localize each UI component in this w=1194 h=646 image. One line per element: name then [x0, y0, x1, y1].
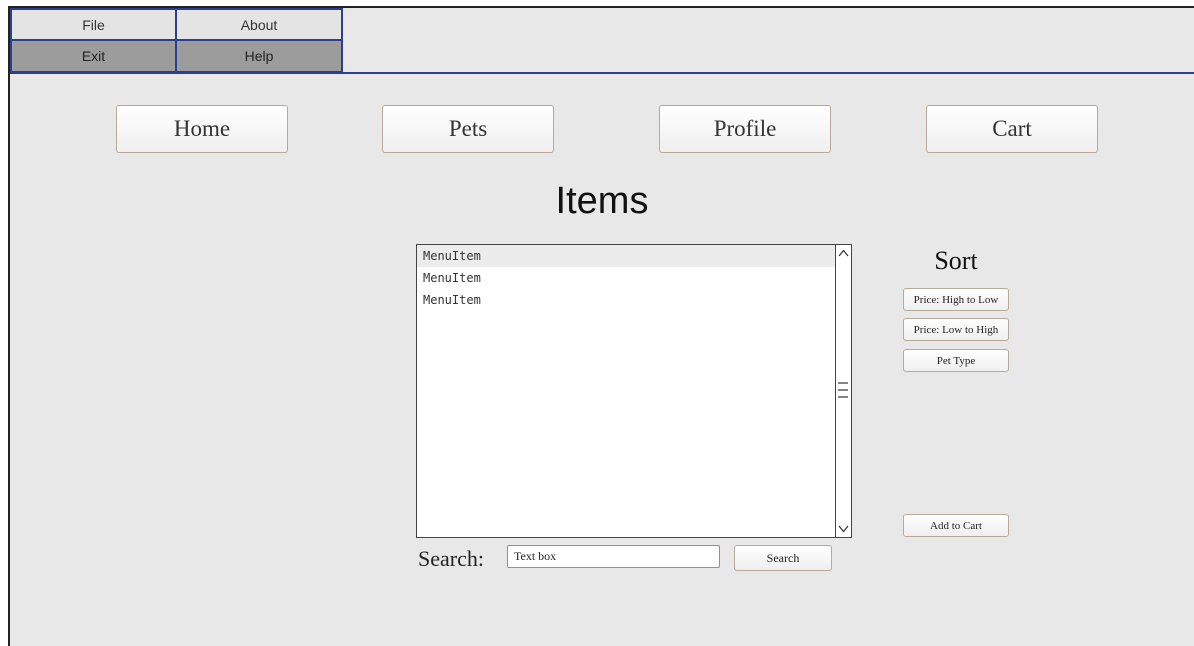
- chevron-up-icon[interactable]: [836, 245, 851, 261]
- menu-exit[interactable]: Exit: [10, 39, 177, 73]
- items-listbox[interactable]: MenuItem MenuItem MenuItem: [416, 244, 852, 538]
- menu-bar: File About Exit Help: [10, 8, 1194, 74]
- app-window: File About Exit Help Home Pets Profile C…: [8, 6, 1194, 646]
- scroll-thumb[interactable]: [837, 377, 849, 403]
- list-item[interactable]: MenuItem: [417, 289, 835, 311]
- sort-price-high-to-low-button[interactable]: Price: High to Low: [903, 288, 1009, 311]
- home-button[interactable]: Home: [116, 105, 288, 153]
- list-scrollbar[interactable]: [835, 245, 851, 537]
- pets-button[interactable]: Pets: [382, 105, 554, 153]
- sort-pet-type-button[interactable]: Pet Type: [903, 349, 1009, 372]
- list-items: MenuItem MenuItem MenuItem: [417, 245, 835, 537]
- sort-title: Sort: [934, 246, 978, 275]
- menu-file[interactable]: File: [10, 8, 177, 41]
- menu-help[interactable]: Help: [175, 39, 343, 73]
- add-to-cart-button[interactable]: Add to Cart: [903, 514, 1009, 537]
- search-button[interactable]: Search: [734, 545, 832, 571]
- page-title: Items: [555, 180, 649, 222]
- sort-price-low-to-high-button[interactable]: Price: Low to High: [903, 318, 1009, 341]
- search-input[interactable]: [507, 545, 720, 568]
- list-item[interactable]: MenuItem: [417, 267, 835, 289]
- profile-button[interactable]: Profile: [659, 105, 831, 153]
- chevron-down-icon[interactable]: [836, 521, 851, 537]
- list-item[interactable]: MenuItem: [417, 245, 835, 267]
- grip-icon: [838, 382, 848, 398]
- cart-button[interactable]: Cart: [926, 105, 1098, 153]
- search-label: Search:: [418, 546, 484, 571]
- menu-about[interactable]: About: [175, 8, 343, 41]
